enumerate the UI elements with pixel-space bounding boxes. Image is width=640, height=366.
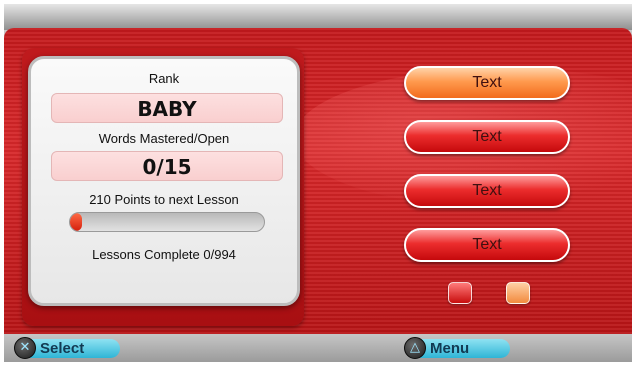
words-value: 0/15: [51, 151, 283, 181]
lesson-progress-fill: [70, 213, 82, 231]
lesson-progress-bar: [69, 212, 265, 232]
menu-label: Menu: [430, 340, 470, 357]
menu-button-3[interactable]: Text: [404, 174, 570, 208]
select-label: Select: [40, 340, 85, 357]
page-indicator-2[interactable]: [506, 282, 530, 304]
lessons-complete: Lessons Complete 0/994: [92, 247, 236, 262]
menu-hint[interactable]: △ Menu: [404, 337, 510, 359]
rank-label: Rank: [148, 71, 180, 86]
select-hint[interactable]: ✕ Select: [14, 337, 120, 359]
points-to-next-lesson: 210 Points to next Lesson: [89, 192, 239, 207]
status-panel: Rank BABY Words Mastered/Open 0/15 210 P…: [28, 56, 300, 306]
cross-button-icon: ✕: [14, 337, 36, 359]
rank-value: BABY: [51, 93, 283, 123]
game-screen: Rank BABY Words Mastered/Open 0/15 210 P…: [4, 4, 632, 362]
top-bar: [4, 4, 632, 30]
triangle-button-icon: △: [404, 337, 426, 359]
menu-button-2[interactable]: Text: [404, 120, 570, 154]
menu-button-1[interactable]: Text: [404, 66, 570, 100]
page-indicator-1[interactable]: [448, 282, 472, 304]
words-label: Words Mastered/Open: [98, 131, 230, 146]
bottom-bar: ✕ Select △ Menu: [4, 334, 632, 362]
background: Rank BABY Words Mastered/Open 0/15 210 P…: [4, 28, 632, 334]
menu-button-4[interactable]: Text: [404, 228, 570, 262]
